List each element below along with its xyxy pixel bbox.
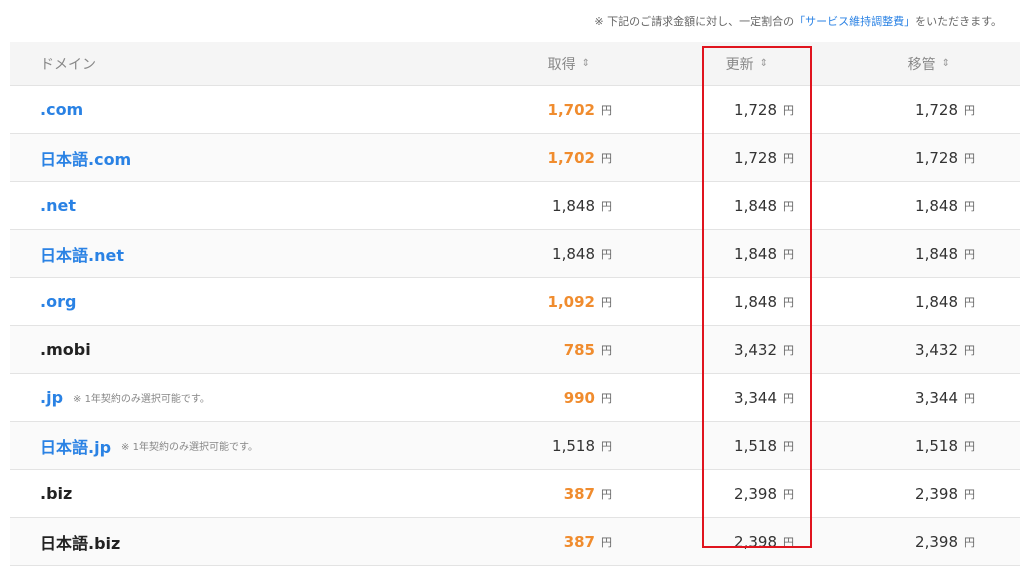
acquire-price: 387 xyxy=(563,484,595,503)
yen-unit: 円 xyxy=(783,439,794,453)
renew-price: 1,848 xyxy=(734,196,777,215)
service-fee-link[interactable]: 「サービス維持調整費」 xyxy=(794,15,915,28)
domain-name: 日本語.biz xyxy=(40,533,121,553)
transfer-price: 1,728 xyxy=(915,100,958,119)
renew-price: 1,848 xyxy=(734,292,777,311)
table-row: 日本語.biz 387 円 2,398 円 2,398 円 xyxy=(10,518,1020,566)
header-transfer-label: 移管 xyxy=(907,56,936,73)
yen-unit: 円 xyxy=(964,199,975,213)
acquire-price: 1,702 xyxy=(547,100,595,119)
yen-unit: 円 xyxy=(601,247,612,261)
domain-price-table: ドメイン 取得 ⇕ 更新 ⇕ 移管 ⇕ .com 1,702 円 1,728 円 1… xyxy=(10,42,1020,566)
renew-price: 1,728 xyxy=(734,148,777,167)
domain-name: .mobi xyxy=(40,340,91,359)
header-renew-label: 更新 xyxy=(725,56,754,73)
yen-unit: 円 xyxy=(783,103,794,117)
acquire-price: 990 xyxy=(563,388,595,407)
yen-unit: 円 xyxy=(601,535,612,549)
domain-link[interactable]: .jp xyxy=(40,388,63,407)
contract-note: ※ 1年契約のみ選択可能です。 xyxy=(121,442,258,453)
table-row: .biz 387 円 2,398 円 2,398 円 xyxy=(10,470,1020,518)
yen-unit: 円 xyxy=(601,391,612,405)
yen-unit: 円 xyxy=(964,343,975,357)
renew-price: 3,432 xyxy=(734,340,777,359)
yen-unit: 円 xyxy=(964,391,975,405)
yen-unit: 円 xyxy=(783,199,794,213)
header-renew-sort[interactable]: 更新 ⇕ xyxy=(726,42,768,85)
acquire-price: 1,848 xyxy=(552,196,595,215)
yen-unit: 円 xyxy=(964,151,975,165)
table-row: .mobi 785 円 3,432 円 3,432 円 xyxy=(10,326,1020,374)
note-suffix: をいただきます。 xyxy=(915,15,1002,28)
transfer-price: 1,728 xyxy=(915,148,958,167)
transfer-price: 2,398 xyxy=(915,532,958,551)
yen-unit: 円 xyxy=(601,199,612,213)
transfer-price: 2,398 xyxy=(915,484,958,503)
renew-price: 1,728 xyxy=(734,100,777,119)
table-header: ドメイン 取得 ⇕ 更新 ⇕ 移管 ⇕ xyxy=(10,42,1020,86)
table-row: .com 1,702 円 1,728 円 1,728 円 xyxy=(10,86,1020,134)
domain-link[interactable]: 日本語.com xyxy=(40,146,131,170)
acquire-price: 1,518 xyxy=(552,436,595,455)
renew-price: 3,344 xyxy=(734,388,777,407)
sort-icon: ⇕ xyxy=(941,58,950,69)
yen-unit: 円 xyxy=(783,535,794,549)
domain-link[interactable]: 日本語.net xyxy=(40,242,124,266)
acquire-price: 1,848 xyxy=(552,244,595,263)
yen-unit: 円 xyxy=(601,151,612,165)
header-acquire-sort[interactable]: 取得 ⇕ xyxy=(548,42,590,85)
domain-link[interactable]: 日本語.jp xyxy=(40,434,111,458)
transfer-price: 1,848 xyxy=(915,196,958,215)
table-row: 日本語.net 1,848 円 1,848 円 1,848 円 xyxy=(10,230,1020,278)
header-transfer-sort[interactable]: 移管 ⇕ xyxy=(908,42,950,85)
yen-unit: 円 xyxy=(601,295,612,309)
renew-price: 2,398 xyxy=(734,484,777,503)
yen-unit: 円 xyxy=(783,343,794,357)
domain-link[interactable]: .org xyxy=(40,292,76,311)
domain-name: .biz xyxy=(40,484,73,503)
renew-price: 1,848 xyxy=(734,244,777,263)
yen-unit: 円 xyxy=(783,295,794,309)
renew-price: 2,398 xyxy=(734,532,777,551)
yen-unit: 円 xyxy=(964,247,975,261)
table-row: .jp ※ 1年契約のみ選択可能です。 990 円 3,344 円 3,344 円 xyxy=(10,374,1020,422)
transfer-price: 1,518 xyxy=(915,436,958,455)
yen-unit: 円 xyxy=(964,439,975,453)
domain-link[interactable]: .net xyxy=(40,196,76,215)
yen-unit: 円 xyxy=(783,487,794,501)
sort-icon: ⇕ xyxy=(759,58,768,69)
yen-unit: 円 xyxy=(964,295,975,309)
yen-unit: 円 xyxy=(783,391,794,405)
yen-unit: 円 xyxy=(964,487,975,501)
acquire-price: 387 xyxy=(563,532,595,551)
acquire-price: 785 xyxy=(563,340,595,359)
yen-unit: 円 xyxy=(601,343,612,357)
header-domain: ドメイン xyxy=(40,56,96,73)
transfer-price: 3,432 xyxy=(915,340,958,359)
service-fee-note: ※ 下記のご請求金額に対し、一定割合の「サービス維持調整費」をいただきます。 xyxy=(594,13,1002,29)
acquire-price: 1,092 xyxy=(547,292,595,311)
sort-icon: ⇕ xyxy=(581,58,590,69)
table-row: 日本語.jp ※ 1年契約のみ選択可能です。 1,518 円 1,518 円 1,5… xyxy=(10,422,1020,470)
table-row: .org 1,092 円 1,848 円 1,848 円 xyxy=(10,278,1020,326)
table-row: .net 1,848 円 1,848 円 1,848 円 xyxy=(10,182,1020,230)
yen-unit: 円 xyxy=(783,151,794,165)
yen-unit: 円 xyxy=(601,103,612,117)
domain-link[interactable]: .com xyxy=(40,100,83,119)
yen-unit: 円 xyxy=(601,439,612,453)
note-prefix: ※ 下記のご請求金額に対し、一定割合の xyxy=(594,15,795,28)
transfer-price: 3,344 xyxy=(915,388,958,407)
yen-unit: 円 xyxy=(964,535,975,549)
yen-unit: 円 xyxy=(964,103,975,117)
table-row: 日本語.com 1,702 円 1,728 円 1,728 円 xyxy=(10,134,1020,182)
yen-unit: 円 xyxy=(601,487,612,501)
acquire-price: 1,702 xyxy=(547,148,595,167)
yen-unit: 円 xyxy=(783,247,794,261)
transfer-price: 1,848 xyxy=(915,292,958,311)
header-acquire-label: 取得 xyxy=(547,56,576,73)
contract-note: ※ 1年契約のみ選択可能です。 xyxy=(73,394,210,405)
renew-price: 1,518 xyxy=(734,436,777,455)
transfer-price: 1,848 xyxy=(915,244,958,263)
